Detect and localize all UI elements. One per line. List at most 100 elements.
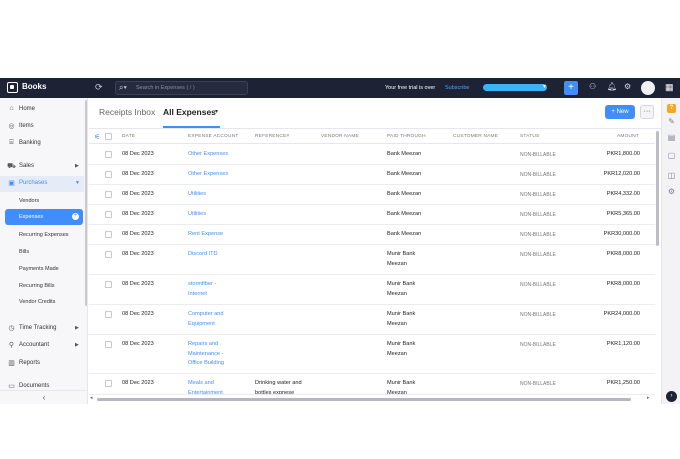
header-paid-through[interactable]: PAID THROUGH [387, 134, 426, 139]
cell-expense-account[interactable]: Other Expenses [188, 150, 228, 160]
sidebar-sub-recurring-expenses[interactable]: Recurring Expenses [19, 232, 84, 238]
header-status[interactable]: STATUS [520, 134, 539, 139]
sidebar-item-sales[interactable]: ⛟ Sales ▶ [0, 159, 84, 175]
table-row[interactable]: 08 Dec 2023 Utilities Bank Meezan NON-BILLA… [89, 205, 655, 225]
row-checkbox[interactable] [105, 341, 112, 348]
cell-expense-account[interactable]: Repairs and [188, 340, 218, 350]
sidebar-item-time-tracking[interactable]: ◷ Time Tracking ▶ [0, 321, 84, 337]
sidebar-item-banking[interactable]: ⌸ Banking [0, 136, 84, 152]
apps-grid-icon[interactable]: ▦ [665, 82, 674, 93]
sidebar-item-home[interactable]: ⌂ Home [0, 102, 84, 118]
bell-icon[interactable]: 🔔︎ [607, 82, 617, 91]
table-row[interactable]: 08 Dec 2023 Rent Expense Bank Meezan NON-BI… [89, 225, 655, 245]
table-row[interactable]: 08 Dec 2023 Computer and Equipment Munir Ba… [89, 305, 655, 335]
table-row[interactable]: 08 Dec 2023 Repairs and Maintenance - Offic… [89, 335, 655, 374]
subscribe-link[interactable]: Subscribe [445, 85, 469, 91]
table-row[interactable]: 08 Dec 2023 Discord ITD Munir Bank Meezan NO… [89, 245, 655, 275]
document-icon[interactable]: ▤ [666, 133, 677, 142]
sidebar-item-accountant[interactable]: ⚲ Accountant ▶ [0, 338, 84, 354]
sidebar-item-items[interactable]: ◎ Items [0, 119, 84, 135]
image-icon[interactable]: ◫ [666, 171, 677, 180]
collapse-sidebar-button[interactable]: ‹ [0, 390, 88, 404]
quick-create-button[interactable]: + [564, 81, 578, 95]
cell-expense-account[interactable]: Office Building [188, 359, 224, 369]
feedback-icon[interactable]: ▢ [666, 151, 677, 160]
sidebar-sub-vendors[interactable]: Vendors [19, 198, 84, 204]
cell-expense-account[interactable]: Rent Expense [188, 230, 223, 240]
org-dropdown-icon[interactable]: ▾ [543, 83, 546, 90]
cell-expense-account[interactable]: Discord ITD [188, 250, 218, 260]
add-expense-icon[interactable]: + [72, 213, 79, 220]
header-date[interactable]: DATE [122, 134, 135, 139]
row-checkbox[interactable] [105, 171, 112, 178]
scroll-right-icon[interactable]: ▸ [647, 395, 650, 401]
cell-expense-account[interactable]: Utilities [188, 190, 206, 200]
table-row[interactable]: 08 Dec 2023 Utilities Bank Meezan NON-BILLA… [89, 185, 655, 205]
cell-amount: PKR30,000.00 [603, 231, 640, 237]
sidebar-sub-payments-made[interactable]: Payments Made [19, 266, 84, 272]
cell-date: 08 Dec 2023 [122, 341, 154, 347]
cell-expense-account[interactable]: Other Expenses [188, 170, 228, 180]
header-vendor-name[interactable]: VENDOR NAME [321, 134, 359, 139]
row-checkbox[interactable] [105, 380, 112, 387]
header-customer-name[interactable]: CUSTOMER NAME [453, 134, 498, 139]
sidebar-sub-bills[interactable]: Bills [19, 249, 84, 255]
settings-icon[interactable]: ⚙ [666, 187, 677, 196]
help-icon[interactable]: ? [667, 104, 676, 113]
app-title[interactable]: Books [22, 82, 46, 91]
table-row[interactable]: 08 Dec 2023 Other Expenses Bank Meezan NON-… [89, 165, 655, 185]
sidebar-sub-recurring-bills[interactable]: Recurring Bills [19, 283, 84, 289]
sidebar-item-purchases[interactable]: ▣ Purchases ▼ [0, 176, 84, 192]
table-row[interactable]: 08 Dec 2023 Meals and Entertainment Drinkin… [89, 374, 655, 394]
history-icon[interactable]: ⟳ [95, 82, 103, 93]
header-amount[interactable]: AMOUNT [617, 134, 639, 139]
row-checkbox[interactable] [105, 211, 112, 218]
search-box[interactable]: ⌕▾ Search in Expenses ( / ) [115, 81, 248, 95]
cell-status: NON-BILLABLE [520, 151, 556, 158]
tab-receipts-inbox[interactable]: Receipts Inbox [99, 107, 155, 117]
cell-expense-account[interactable]: Meals and [188, 379, 214, 389]
row-checkbox[interactable] [105, 281, 112, 288]
table-horizontal-scrollbar[interactable]: ◂ ▸ [89, 394, 655, 404]
more-options-button[interactable]: ··· [640, 105, 654, 119]
expand-rail-button[interactable]: › [666, 391, 677, 402]
gear-icon[interactable]: ⚙ [624, 82, 631, 91]
sidebar-scrollbar[interactable] [85, 100, 87, 306]
cell-date: 08 Dec 2023 [122, 191, 154, 197]
column-settings-icon[interactable]: ⚟ [94, 133, 100, 141]
cell-expense-account[interactable]: Utilities [188, 210, 206, 220]
cell-expense-account[interactable]: Computer and [188, 310, 223, 320]
row-checkbox[interactable] [105, 251, 112, 258]
row-checkbox[interactable] [105, 311, 112, 318]
chevron-down-icon[interactable]: ▾ [215, 108, 218, 115]
row-checkbox[interactable] [105, 191, 112, 198]
cell-paid-through: Munir Bank [387, 281, 416, 287]
announcement-icon[interactable]: ✎ [666, 117, 677, 126]
header-reference[interactable]: REFERENCE# [255, 134, 289, 139]
table-row[interactable]: 08 Dec 2023 Other Expenses Bank Meezan NON-… [89, 145, 655, 165]
scroll-left-icon[interactable]: ◂ [90, 395, 93, 401]
search-input[interactable]: Search in Expenses ( / ) [136, 85, 195, 91]
cell-expense-account[interactable]: Equipment [188, 320, 215, 330]
table-row[interactable]: 08 Dec 2023 stormfiber - Internet Munir Ban… [89, 275, 655, 305]
cell-expense-account[interactable]: Internet [188, 290, 207, 300]
avatar[interactable] [641, 81, 655, 95]
select-all-checkbox[interactable] [105, 133, 112, 140]
row-checkbox[interactable] [105, 231, 112, 238]
tab-all-expenses[interactable]: All Expenses [163, 107, 216, 117]
cell-paid-through: Meezan [387, 320, 407, 327]
new-expense-button[interactable]: + New [605, 105, 635, 119]
books-logo-icon[interactable] [7, 82, 18, 93]
horizontal-scroll-thumb[interactable] [97, 398, 631, 401]
row-checkbox[interactable] [105, 151, 112, 158]
sidebar-sub-vendor-credits[interactable]: Vendor Credits [19, 299, 84, 305]
sidebar-sub-expenses[interactable]: Expenses + [5, 209, 83, 225]
redacted-org-name[interactable] [483, 84, 547, 91]
table-vertical-scrollbar[interactable] [656, 131, 659, 246]
cell-expense-account[interactable]: Maintenance - [188, 350, 223, 360]
sidebar-item-reports[interactable]: ▥ Reports [0, 356, 84, 372]
header-expense-account[interactable]: EXPENSE ACCOUNT [188, 134, 238, 139]
cell-expense-account[interactable]: stormfiber - [188, 280, 216, 290]
search-icon[interactable]: ⌕▾ [119, 83, 127, 93]
org-icon[interactable]: ⚇ [589, 82, 596, 91]
